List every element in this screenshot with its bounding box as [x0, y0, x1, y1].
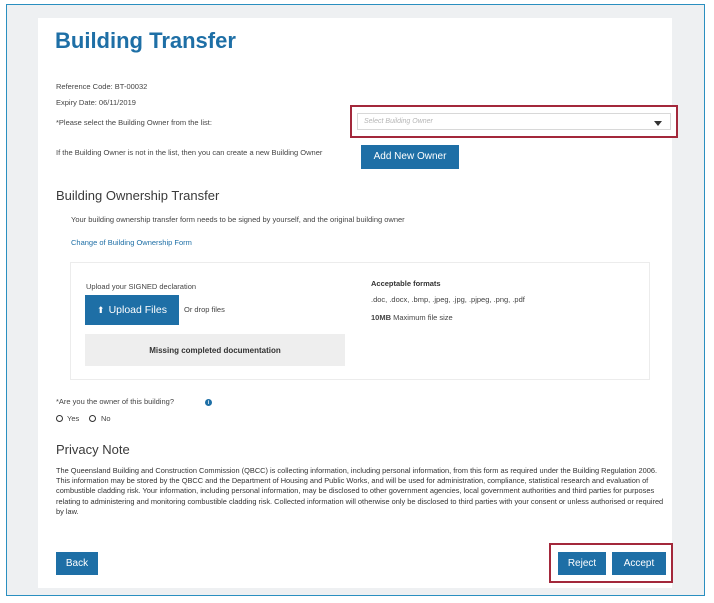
transfer-description: Your building ownership transfer form ne…	[71, 215, 405, 224]
max-file-size-value: 10MB	[371, 313, 392, 322]
add-new-owner-button[interactable]: Add New Owner	[361, 145, 459, 169]
drop-files-text: Or drop files	[184, 305, 225, 314]
expiry-date: Expiry Date: 06/11/2019	[56, 98, 136, 107]
formats-list: .doc, .docx, .bmp, .jpeg, .jpg, .pjpeg, …	[371, 295, 525, 304]
accept-button[interactable]: Accept	[612, 552, 666, 575]
reference-code: Reference Code: BT-00032	[56, 82, 148, 91]
owner-select-placeholder: Select Building Owner	[364, 118, 433, 125]
no-radio[interactable]	[89, 415, 96, 422]
upload-label: Upload your SIGNED declaration	[86, 282, 197, 291]
new-owner-hint: If the Building Owner is not in the list…	[56, 148, 323, 157]
owner-select-highlight: Select Building Owner	[350, 105, 678, 138]
transfer-heading: Building Ownership Transfer	[56, 188, 220, 203]
info-icon[interactable]: i	[205, 399, 212, 406]
owner-question-label: *Are you the owner of this building?	[56, 397, 174, 406]
chevron-down-icon	[654, 121, 662, 126]
missing-documentation-status: Missing completed documentation	[85, 334, 345, 366]
max-file-size: 10MB Maximum file size	[371, 313, 453, 322]
yes-radio-label: Yes	[67, 414, 80, 423]
page-title: Building Transfer	[55, 28, 236, 53]
formats-heading: Acceptable formats	[371, 279, 441, 288]
privacy-heading: Privacy Note	[56, 442, 130, 457]
ownership-form-link[interactable]: Change of Building Ownership Form	[71, 238, 192, 247]
upload-files-button[interactable]: ⬆ Upload Files	[85, 295, 179, 325]
reject-button[interactable]: Reject	[558, 552, 606, 575]
upload-icon: ⬆	[97, 304, 105, 315]
yes-radio[interactable]	[56, 415, 63, 422]
no-radio-label: No	[101, 414, 111, 423]
owner-select[interactable]: Select Building Owner	[357, 113, 671, 130]
upload-button-label: Upload Files	[108, 303, 167, 316]
privacy-text: The Queensland Building and Construction…	[56, 466, 664, 516]
back-button[interactable]: Back	[56, 552, 98, 575]
max-file-size-label: Maximum file size	[393, 313, 453, 322]
select-owner-label: *Please select the Building Owner from t…	[56, 118, 212, 127]
